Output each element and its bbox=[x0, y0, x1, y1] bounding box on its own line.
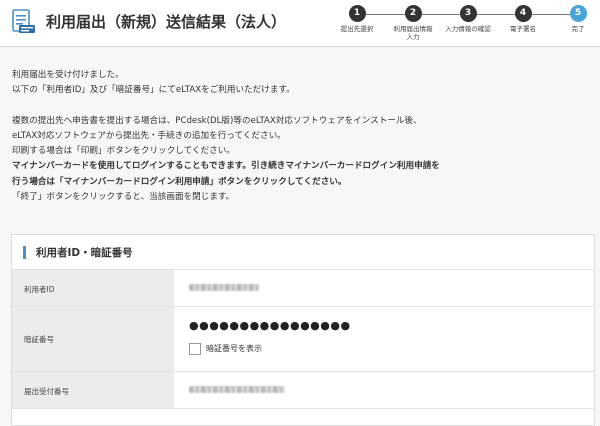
progress-steps: 1 提出先選択 2 利用届出情報 入力 3 入力情報の確認 4 電子署名 5 完… bbox=[338, 5, 600, 45]
page-header: 利用届出（新規）送信結果（法人） 1 提出先選択 2 利用届出情報 入力 3 入… bbox=[0, 0, 600, 47]
show-password-checkbox[interactable] bbox=[189, 343, 201, 355]
receipt-number-label-text: 届出受付番号 bbox=[24, 387, 69, 396]
step-number: 3 bbox=[459, 5, 477, 22]
credentials-panel: 利用者ID・暗証番号 利用者ID 暗証番号 ●●●●●●●●●●●●●●●● 暗… bbox=[11, 234, 595, 426]
message-line: 印刷する場合は「印刷」ボタンをクリックしてください。 bbox=[12, 146, 235, 157]
step-label: 完了 bbox=[571, 25, 585, 33]
message-line: eLTAX対応ソフトウェアから提出先・手続きの追加を行ってください。 bbox=[12, 130, 286, 141]
step-5: 5 完了 bbox=[546, 5, 600, 33]
panel-title: 利用者ID・暗証番号 bbox=[36, 247, 133, 259]
message-line: マイナンバーカードを使用してログインすることもできます。引き続きマイナンバーカー… bbox=[12, 161, 440, 172]
page-title: 利用届出（新規）送信結果（法人） bbox=[46, 13, 287, 31]
step-number: 4 bbox=[514, 5, 532, 22]
user-id-row: 利用者ID bbox=[12, 270, 594, 307]
receipt-number-redacted bbox=[189, 386, 285, 393]
step-label: 提出先選択 bbox=[340, 25, 374, 33]
message-line: 以下の「利用者ID」及び「暗証番号」にてeLTAXをご利用いただけます。 bbox=[12, 85, 295, 96]
panel-accent-bar bbox=[23, 246, 26, 259]
user-id-redacted bbox=[189, 284, 259, 291]
step-1: 1 提出先選択 bbox=[325, 5, 389, 33]
user-id-label-text: 利用者ID bbox=[24, 285, 55, 294]
result-message: 利用届出を受け付けました。 以下の「利用者ID」及び「暗証番号」にてeLTAXを… bbox=[12, 68, 592, 205]
password-label-text: 暗証番号 bbox=[24, 335, 54, 344]
password-row: 暗証番号 ●●●●●●●●●●●●●●●● 暗証番号を表示 bbox=[12, 307, 594, 372]
receipt-number-value bbox=[175, 372, 594, 408]
step-number: 1 bbox=[348, 5, 366, 22]
receipt-number-label: 届出受付番号 bbox=[12, 372, 174, 408]
message-line: 複数の提出先へ申告書を提出する場合は、PCdesk(DL版)等のeLTAX対応ソ… bbox=[12, 115, 422, 126]
message-line: 利用届出を受け付けました。 bbox=[12, 70, 124, 80]
password-label: 暗証番号 bbox=[12, 307, 174, 371]
panel-header: 利用者ID・暗証番号 bbox=[12, 235, 594, 270]
receipt-number-row: 届出受付番号 bbox=[12, 372, 594, 409]
password-masked: ●●●●●●●●●●●●●●●● bbox=[189, 319, 351, 332]
message-line: 「終了」ボタンをクリックすると、当該画面を閉じます。 bbox=[12, 192, 235, 203]
step-number: 5 bbox=[569, 5, 587, 22]
document-icon bbox=[12, 9, 35, 33]
message-line: 行う場合は「マイナンバーカードログイン利用申請」ボタンをクリックしてください。 bbox=[12, 176, 347, 187]
user-id-value bbox=[175, 270, 594, 306]
user-id-label: 利用者ID bbox=[12, 270, 174, 306]
show-password-label[interactable]: 暗証番号を表示 bbox=[206, 343, 262, 354]
password-value: ●●●●●●●●●●●●●●●● 暗証番号を表示 bbox=[175, 307, 594, 371]
step-number: 2 bbox=[404, 5, 422, 22]
